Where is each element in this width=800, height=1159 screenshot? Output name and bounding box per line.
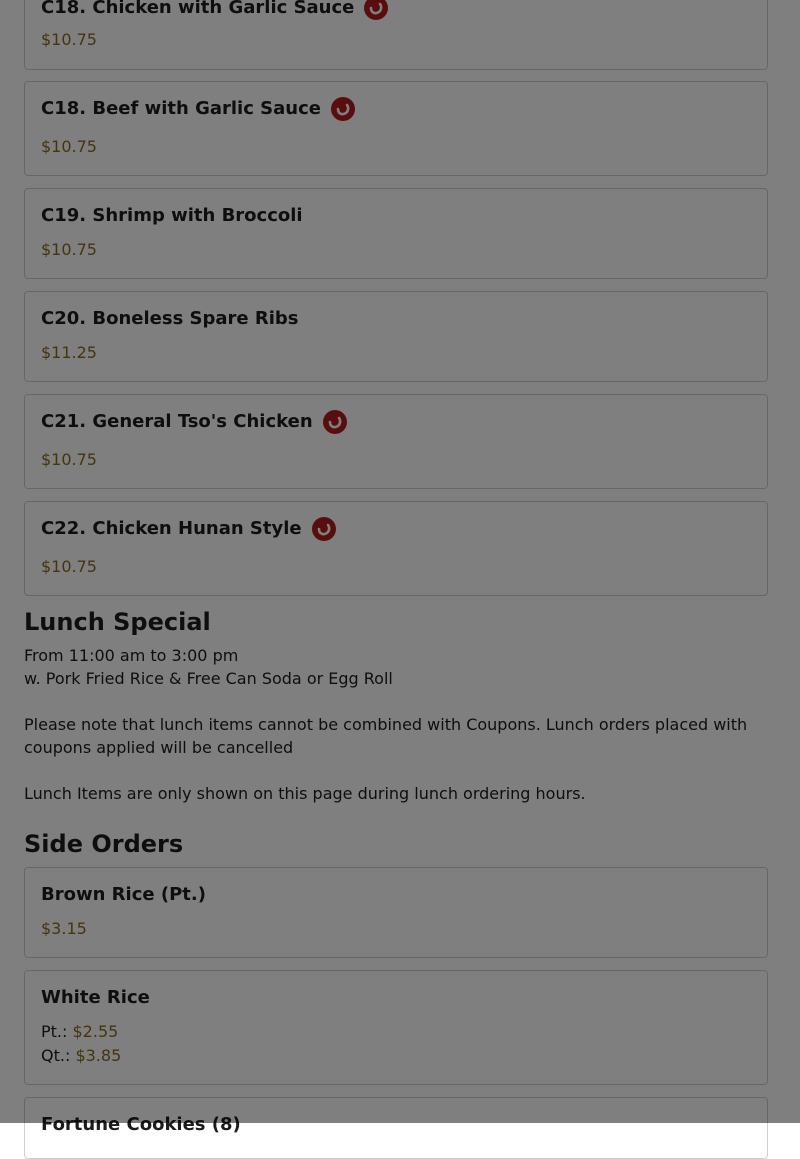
menu-item-price: $10.75 <box>41 557 97 576</box>
menu-item-card[interactable]: C18. Chicken with Garlic Sauce $10.75 <box>24 0 768 70</box>
lunch-includes-text: w. Pork Fried Rice & Free Can Soda or Eg… <box>24 669 393 688</box>
menu-item-name: C19. Shrimp with Broccoli <box>41 205 303 226</box>
menu-item-name: C22. Chicken Hunan Style <box>41 518 302 539</box>
menu-item-card[interactable]: Fortune Cookies (8) <box>24 1097 768 1159</box>
size-price: $2.55 <box>72 1022 119 1041</box>
spicy-icon <box>330 97 355 121</box>
menu-item-price: $10.75 <box>41 450 97 469</box>
menu-item-price: $11.25 <box>41 343 97 362</box>
spicy-icon <box>322 410 347 434</box>
size-label: Pt.: <box>41 1022 68 1041</box>
menu-item-price: $3.15 <box>41 919 87 938</box>
menu-item-price: $10.75 <box>41 137 97 156</box>
menu-item-name: C21. General Tso's Chicken <box>41 411 313 432</box>
menu-item-name: Brown Rice (Pt.) <box>41 884 206 905</box>
spicy-icon <box>364 0 389 20</box>
lunch-coupon-note: Please note that lunch items cannot be c… <box>24 715 748 757</box>
size-label: Qt.: <box>41 1046 71 1065</box>
menu-item-name: Fortune Cookies (8) <box>41 1114 241 1135</box>
menu-item-name: C18. Chicken with Garlic Sauce <box>41 0 355 18</box>
lunch-hours-text: From 11:00 am to 3:00 pm <box>24 646 239 665</box>
menu-item-name: C18. Beef with Garlic Sauce <box>41 98 321 119</box>
menu-item-card[interactable]: C19. Shrimp with Broccoli $10.75 <box>24 188 768 279</box>
menu-item-name: White Rice <box>41 987 150 1008</box>
menu-item-card[interactable]: Brown Rice (Pt.) $3.15 <box>24 867 768 958</box>
menu-item-card[interactable]: C18. Beef with Garlic Sauce $10.75 <box>24 81 768 176</box>
menu-item-card[interactable]: White Rice Pt.: $2.55 Qt.: $3.85 <box>24 970 768 1085</box>
menu-item-price: $10.75 <box>41 240 97 259</box>
menu-item-card[interactable]: C21. General Tso's Chicken $10.75 <box>24 394 768 489</box>
lunch-hours-note: Lunch Items are only shown on this page … <box>24 784 586 803</box>
menu-item-card[interactable]: C22. Chicken Hunan Style $10.75 <box>24 501 768 596</box>
menu-item-price: $10.75 <box>41 30 97 49</box>
menu-item-card[interactable]: C20. Boneless Spare Ribs $11.25 <box>24 291 768 382</box>
lunch-special-title: Lunch Special <box>24 608 211 636</box>
menu-item-name: C20. Boneless Spare Ribs <box>41 308 299 329</box>
spicy-icon <box>311 517 336 541</box>
size-price: $3.85 <box>75 1046 122 1065</box>
side-orders-title: Side Orders <box>24 830 184 858</box>
